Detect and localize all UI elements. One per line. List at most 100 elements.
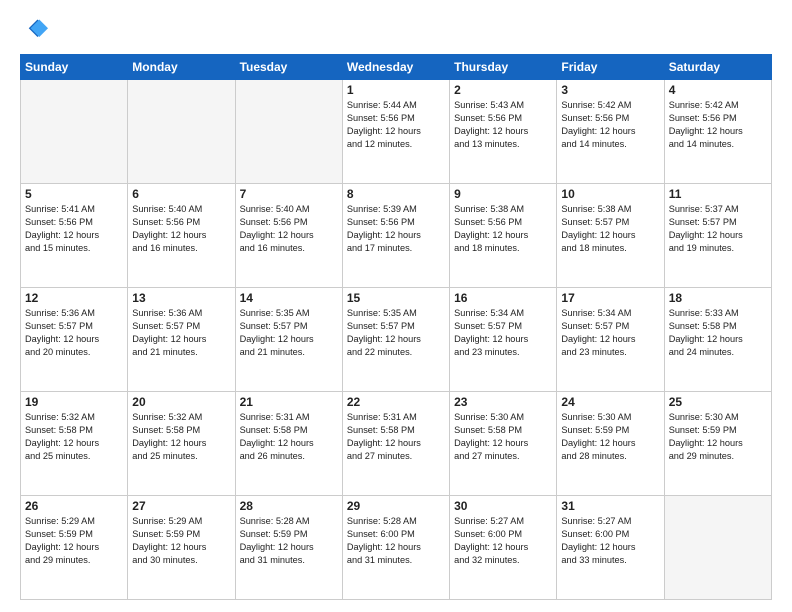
cell-details: Sunrise: 5:36 AM Sunset: 5:57 PM Dayligh… (25, 307, 123, 359)
day-number: 8 (347, 187, 445, 201)
day-number: 18 (669, 291, 767, 305)
cell-details: Sunrise: 5:43 AM Sunset: 5:56 PM Dayligh… (454, 99, 552, 151)
cell-details: Sunrise: 5:29 AM Sunset: 5:59 PM Dayligh… (25, 515, 123, 567)
calendar-cell: 29 Sunrise: 5:28 AM Sunset: 6:00 PM Dayli… (342, 496, 449, 600)
day-number: 2 (454, 83, 552, 97)
day-number: 9 (454, 187, 552, 201)
day-number: 16 (454, 291, 552, 305)
day-number: 21 (240, 395, 338, 409)
day-number: 17 (561, 291, 659, 305)
day-number: 1 (347, 83, 445, 97)
day-number: 15 (347, 291, 445, 305)
calendar-week-3: 19 Sunrise: 5:32 AM Sunset: 5:58 PM Dayli… (21, 392, 772, 496)
calendar-cell: 20 Sunrise: 5:32 AM Sunset: 5:58 PM Dayli… (128, 392, 235, 496)
day-number: 22 (347, 395, 445, 409)
cell-details: Sunrise: 5:35 AM Sunset: 5:57 PM Dayligh… (240, 307, 338, 359)
calendar-cell: 16Sunrise: 5:34 AM Sunset: 5:57 PM Dayli… (450, 288, 557, 392)
cell-details: Sunrise: 5:28 AM Sunset: 5:59 PM Dayligh… (240, 515, 338, 567)
day-number: 3 (561, 83, 659, 97)
calendar-cell: 28 Sunrise: 5:28 AM Sunset: 5:59 PM Dayli… (235, 496, 342, 600)
day-number: 19 (25, 395, 123, 409)
day-number: 20 (132, 395, 230, 409)
cell-details: Sunrise: 5:38 AM Sunset: 5:56 PM Dayligh… (454, 203, 552, 255)
cell-details: Sunrise: 5:38 AM Sunset: 5:57 PM Dayligh… (561, 203, 659, 255)
day-number: 6 (132, 187, 230, 201)
cell-details: Sunrise: 5:32 AM Sunset: 5:58 PM Dayligh… (132, 411, 230, 463)
calendar-cell: 30Sunrise: 5:27 AM Sunset: 6:00 PM Dayli… (450, 496, 557, 600)
calendar-cell: 18 Sunrise: 5:33 AM Sunset: 5:58 PM Dayli… (664, 288, 771, 392)
header (20, 16, 772, 44)
calendar-cell: 17 Sunrise: 5:34 AM Sunset: 5:57 PM Dayli… (557, 288, 664, 392)
calendar-table: SundayMondayTuesdayWednesdayThursdayFrid… (20, 54, 772, 600)
weekday-header-monday: Monday (128, 55, 235, 80)
cell-details: Sunrise: 5:31 AM Sunset: 5:58 PM Dayligh… (347, 411, 445, 463)
cell-details: Sunrise: 5:34 AM Sunset: 5:57 PM Dayligh… (561, 307, 659, 359)
calendar-cell: 23Sunrise: 5:30 AM Sunset: 5:58 PM Dayli… (450, 392, 557, 496)
calendar-cell: 11 Sunrise: 5:37 AM Sunset: 5:57 PM Dayli… (664, 184, 771, 288)
cell-details: Sunrise: 5:40 AM Sunset: 5:56 PM Dayligh… (132, 203, 230, 255)
cell-details: Sunrise: 5:39 AM Sunset: 5:56 PM Dayligh… (347, 203, 445, 255)
cell-details: Sunrise: 5:36 AM Sunset: 5:57 PM Dayligh… (132, 307, 230, 359)
day-number: 24 (561, 395, 659, 409)
cell-details: Sunrise: 5:28 AM Sunset: 6:00 PM Dayligh… (347, 515, 445, 567)
calendar-cell: 25 Sunrise: 5:30 AM Sunset: 5:59 PM Dayli… (664, 392, 771, 496)
weekday-header-saturday: Saturday (664, 55, 771, 80)
day-number: 31 (561, 499, 659, 513)
day-number: 10 (561, 187, 659, 201)
calendar-cell: 22 Sunrise: 5:31 AM Sunset: 5:58 PM Dayli… (342, 392, 449, 496)
calendar-week-0: 1 Sunrise: 5:44 AM Sunset: 5:56 PM Daylig… (21, 80, 772, 184)
cell-details: Sunrise: 5:33 AM Sunset: 5:58 PM Dayligh… (669, 307, 767, 359)
day-number: 12 (25, 291, 123, 305)
cell-details: Sunrise: 5:44 AM Sunset: 5:56 PM Dayligh… (347, 99, 445, 151)
day-number: 5 (25, 187, 123, 201)
calendar-cell: 3 Sunrise: 5:42 AM Sunset: 5:56 PM Daylig… (557, 80, 664, 184)
cell-details: Sunrise: 5:37 AM Sunset: 5:57 PM Dayligh… (669, 203, 767, 255)
calendar-cell (664, 496, 771, 600)
calendar-cell: 6 Sunrise: 5:40 AM Sunset: 5:56 PM Daylig… (128, 184, 235, 288)
calendar-cell (21, 80, 128, 184)
day-number: 25 (669, 395, 767, 409)
calendar-cell: 7 Sunrise: 5:40 AM Sunset: 5:56 PM Daylig… (235, 184, 342, 288)
cell-details: Sunrise: 5:30 AM Sunset: 5:58 PM Dayligh… (454, 411, 552, 463)
weekday-header-tuesday: Tuesday (235, 55, 342, 80)
weekday-header-row: SundayMondayTuesdayWednesdayThursdayFrid… (21, 55, 772, 80)
calendar-week-4: 26 Sunrise: 5:29 AM Sunset: 5:59 PM Dayli… (21, 496, 772, 600)
weekday-header-wednesday: Wednesday (342, 55, 449, 80)
cell-details: Sunrise: 5:27 AM Sunset: 6:00 PM Dayligh… (454, 515, 552, 567)
cell-details: Sunrise: 5:40 AM Sunset: 5:56 PM Dayligh… (240, 203, 338, 255)
calendar-cell: 19 Sunrise: 5:32 AM Sunset: 5:58 PM Dayli… (21, 392, 128, 496)
day-number: 7 (240, 187, 338, 201)
cell-details: Sunrise: 5:31 AM Sunset: 5:58 PM Dayligh… (240, 411, 338, 463)
day-number: 28 (240, 499, 338, 513)
weekday-header-friday: Friday (557, 55, 664, 80)
day-number: 29 (347, 499, 445, 513)
calendar-cell: 27 Sunrise: 5:29 AM Sunset: 5:59 PM Dayli… (128, 496, 235, 600)
calendar-cell: 24 Sunrise: 5:30 AM Sunset: 5:59 PM Dayli… (557, 392, 664, 496)
weekday-header-thursday: Thursday (450, 55, 557, 80)
logo (20, 16, 52, 44)
calendar-cell (235, 80, 342, 184)
calendar-cell: 26 Sunrise: 5:29 AM Sunset: 5:59 PM Dayli… (21, 496, 128, 600)
cell-details: Sunrise: 5:27 AM Sunset: 6:00 PM Dayligh… (561, 515, 659, 567)
cell-details: Sunrise: 5:42 AM Sunset: 5:56 PM Dayligh… (669, 99, 767, 151)
day-number: 14 (240, 291, 338, 305)
weekday-header-sunday: Sunday (21, 55, 128, 80)
calendar-cell: 4 Sunrise: 5:42 AM Sunset: 5:56 PM Daylig… (664, 80, 771, 184)
calendar-cell: 31 Sunrise: 5:27 AM Sunset: 6:00 PM Dayli… (557, 496, 664, 600)
cell-details: Sunrise: 5:30 AM Sunset: 5:59 PM Dayligh… (669, 411, 767, 463)
calendar-cell: 10 Sunrise: 5:38 AM Sunset: 5:57 PM Dayli… (557, 184, 664, 288)
day-number: 26 (25, 499, 123, 513)
calendar-cell: 5Sunrise: 5:41 AM Sunset: 5:56 PM Daylig… (21, 184, 128, 288)
calendar-cell: 8 Sunrise: 5:39 AM Sunset: 5:56 PM Daylig… (342, 184, 449, 288)
calendar-cell: 21 Sunrise: 5:31 AM Sunset: 5:58 PM Dayli… (235, 392, 342, 496)
calendar-cell: 12 Sunrise: 5:36 AM Sunset: 5:57 PM Dayli… (21, 288, 128, 392)
day-number: 4 (669, 83, 767, 97)
day-number: 11 (669, 187, 767, 201)
cell-details: Sunrise: 5:29 AM Sunset: 5:59 PM Dayligh… (132, 515, 230, 567)
calendar-cell: 2 Sunrise: 5:43 AM Sunset: 5:56 PM Daylig… (450, 80, 557, 184)
cell-details: Sunrise: 5:30 AM Sunset: 5:59 PM Dayligh… (561, 411, 659, 463)
day-number: 27 (132, 499, 230, 513)
calendar-week-2: 12 Sunrise: 5:36 AM Sunset: 5:57 PM Dayli… (21, 288, 772, 392)
cell-details: Sunrise: 5:32 AM Sunset: 5:58 PM Dayligh… (25, 411, 123, 463)
cell-details: Sunrise: 5:42 AM Sunset: 5:56 PM Dayligh… (561, 99, 659, 151)
